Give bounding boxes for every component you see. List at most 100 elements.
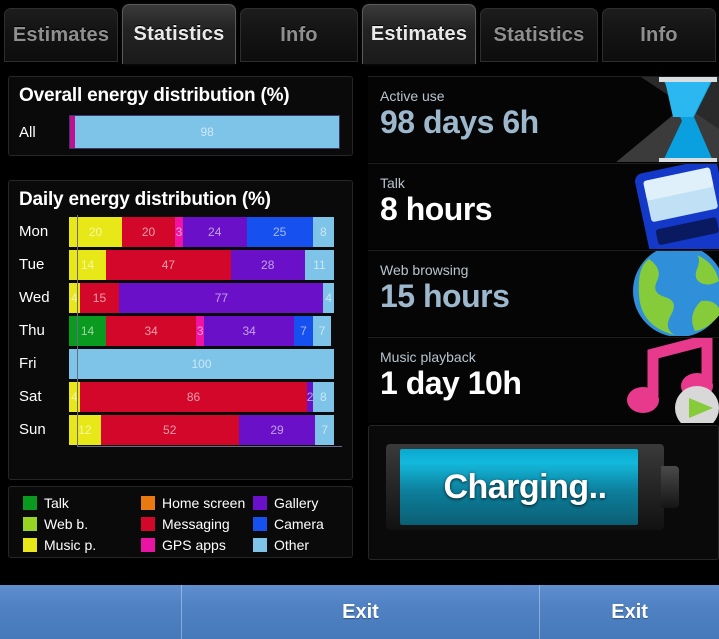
daily-stacked-bar: 20 20 3 24 25 8 [69, 216, 334, 247]
tab-label: Info [280, 23, 318, 46]
daily-row-label: Sat [19, 388, 42, 405]
tab-label: Statistics [493, 23, 585, 46]
daily-row: Mon 20 20 3 24 25 8 [9, 215, 352, 248]
chart-x-axis [77, 446, 342, 447]
legend-swatch [253, 517, 267, 531]
daily-stacked-bar: 4 86 2 8 [69, 381, 334, 412]
legend-swatch [23, 517, 37, 531]
exit-button-right-label: Exit [611, 600, 648, 623]
legend-swatch [141, 517, 155, 531]
daily-segment-gallery: 28 [230, 249, 305, 280]
legend-item: GPS apps [141, 537, 253, 553]
stat-label: Talk [380, 175, 405, 191]
stat-value: 98 days 6h [380, 104, 539, 140]
exit-button-left-label: Exit [342, 600, 379, 623]
stat-label: Music playback [380, 349, 476, 365]
tab-statistics-left[interactable]: Statistics [122, 4, 236, 64]
exit-button-right[interactable]: Exit [540, 585, 719, 639]
globe-icon [601, 251, 719, 336]
phone-icon [601, 164, 719, 249]
daily-segment-gallery: 34 [204, 315, 295, 346]
legend-label: Home screen [162, 495, 246, 511]
daily-stacked-bar: 14 34 3 34 7 7 [69, 315, 334, 346]
stat-row-active-use[interactable]: Active use 98 days 6h [368, 76, 719, 162]
legend-item: Home screen [141, 495, 253, 511]
tab-label: Estimates [370, 23, 468, 45]
daily-stacked-bar: 4 15 77 4 [69, 282, 334, 313]
legend-item: Music p. [23, 537, 141, 553]
tab-info-left[interactable]: Info [240, 8, 358, 62]
daily-row: Sat 4 86 2 8 [9, 380, 352, 413]
daily-segment-messaging: 34 [106, 315, 197, 346]
stat-value: 1 day 10h [380, 365, 522, 401]
daily-stacked-bar: 12 52 29 7 [69, 414, 334, 445]
app-screen: Estimates Statistics Info Estimates Stat… [0, 0, 719, 639]
overall-energy-panel: Overall energy distribution (%) All 98 [8, 76, 353, 156]
stat-row-web-browsing[interactable]: Web browsing 15 hours [368, 250, 719, 336]
tab-bar: Estimates Statistics Info Estimates Stat… [0, 0, 719, 70]
tab-estimates-right[interactable]: Estimates [362, 4, 476, 64]
daily-row: Thu 14 34 3 34 7 7 [9, 314, 352, 347]
daily-row-label: Mon [19, 223, 49, 240]
stat-row-music-playback[interactable]: Music playback 1 day 10h [368, 337, 719, 423]
legend-label: Talk [44, 495, 69, 511]
daily-segment-other: 8 [312, 216, 334, 247]
legend-grid: Talk Home screen Gallery Web b. Messaging Cam… [9, 487, 352, 553]
daily-segment-gps-apps: 3 [196, 315, 205, 346]
daily-segment-messaging: 47 [106, 249, 231, 280]
stat-row-talk[interactable]: Talk 8 hours [368, 163, 719, 249]
daily-panel-title: Daily energy distribution (%) [19, 189, 271, 210]
daily-row-label: Thu [19, 322, 45, 339]
daily-segment-music-p-: 4 [69, 282, 80, 313]
daily-row-label: Fri [19, 355, 37, 372]
daily-row: Wed 4 15 77 4 [9, 281, 352, 314]
exit-button-left[interactable]: Exit [182, 585, 540, 639]
daily-segment-other: 4 [323, 282, 334, 313]
daily-segment-gallery: 77 [119, 282, 324, 313]
tab-label: Statistics [133, 23, 225, 45]
daily-row-label: Wed [19, 289, 50, 306]
daily-segment-other: 8 [312, 381, 334, 412]
overall-bar-row: All 98 [9, 111, 352, 149]
tab-statistics-right[interactable]: Statistics [480, 8, 598, 62]
legend-label: Messaging [162, 516, 230, 532]
daily-chart: Mon 20 20 3 24 25 8 Tue 14 47 28 11 Wed 4 15 77 4 Thu 14 34… [9, 215, 352, 447]
stat-value: 15 hours [380, 278, 510, 314]
legend-item: Messaging [141, 516, 253, 532]
legend-swatch [253, 496, 267, 510]
daily-segment-other: 7 [315, 414, 334, 445]
daily-segment-messaging: 52 [100, 414, 239, 445]
daily-segment-talk: 14 [69, 315, 107, 346]
legend-swatch [23, 496, 37, 510]
legend-item: Camera [253, 516, 352, 532]
overall-row-label: All [19, 123, 36, 141]
daily-segment-gallery: 29 [238, 414, 316, 445]
overall-segment-other: 98 [75, 116, 339, 148]
bottom-toolbar: Exit Exit [0, 585, 719, 639]
legend-swatch [141, 538, 155, 552]
legend-label: Camera [274, 516, 324, 532]
battery-panel: Charging.. [368, 425, 719, 560]
daily-segment-messaging: 15 [79, 282, 120, 313]
battery-status-text: Charging.. [443, 467, 607, 506]
daily-row-label: Tue [19, 256, 45, 273]
stat-value: 8 hours [380, 191, 493, 227]
tab-info-right[interactable]: Info [602, 8, 716, 62]
daily-segment-camera: 7 [294, 315, 313, 346]
chart-y-axis [77, 215, 78, 446]
legend-label: Web b. [44, 516, 89, 532]
legend-swatch [23, 538, 37, 552]
legend-item: Web b. [23, 516, 141, 532]
daily-row: Sun 12 52 29 7 [9, 413, 352, 446]
daily-stacked-bar: 100 [69, 348, 334, 379]
legend-label: GPS apps [162, 537, 226, 553]
overall-panel-title: Overall energy distribution (%) [19, 85, 290, 106]
daily-segment-other: 11 [304, 249, 334, 280]
tab-estimates-left[interactable]: Estimates [4, 8, 118, 62]
overall-stacked-bar: 98 [69, 115, 340, 149]
daily-segment-other: 7 [312, 315, 332, 346]
daily-segment-music-p-: 14 [69, 249, 107, 280]
daily-segment-music-p-: 4 [69, 381, 80, 412]
daily-segment-music-p-: 12 [69, 414, 101, 445]
bottom-bar-empty-segment[interactable] [0, 585, 181, 639]
